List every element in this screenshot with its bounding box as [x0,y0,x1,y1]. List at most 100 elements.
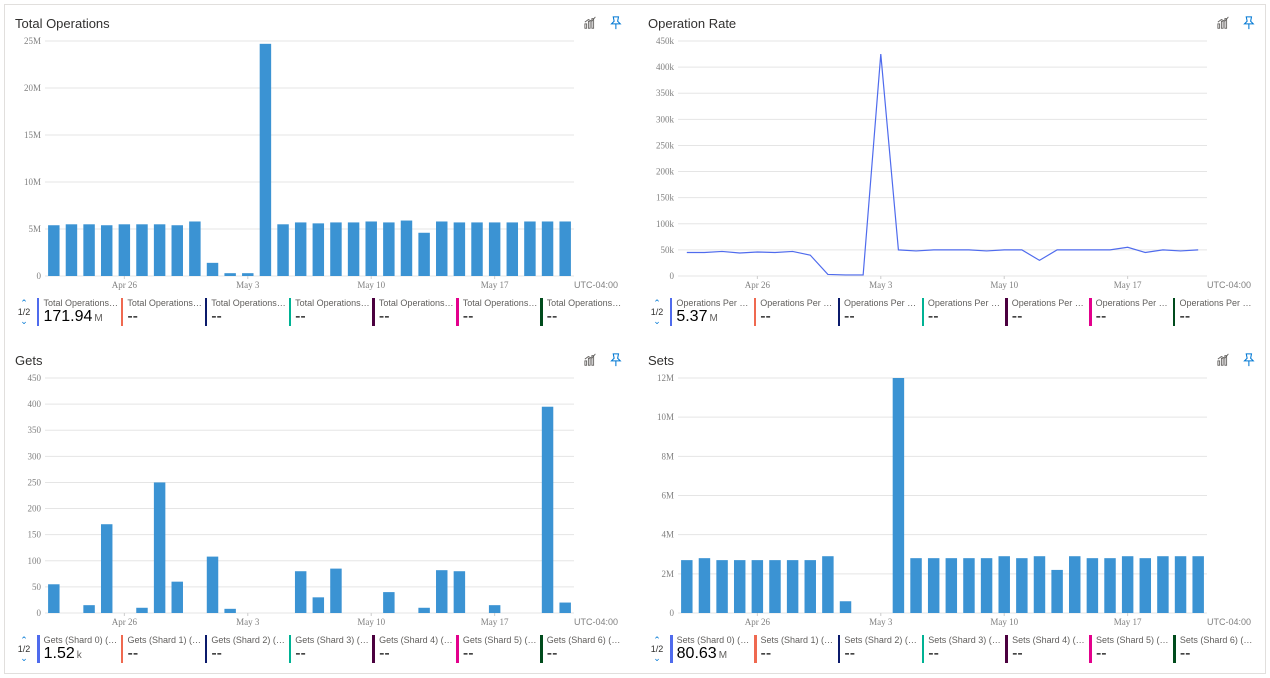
legend-label: Operations Per Secon… [844,298,920,308]
metrics-icon[interactable] [584,16,598,30]
legend-item[interactable]: Total Operations (Sh…-- [203,298,287,326]
legend-item[interactable]: Total Operations (Sh…-- [370,298,454,326]
svg-text:200: 200 [28,504,42,514]
pin-icon[interactable] [1241,353,1255,367]
svg-text:0: 0 [37,608,42,618]
legend-item[interactable]: Total Operations (Sh…-- [454,298,538,326]
pager-up-icon[interactable]: ⌃ [20,299,28,307]
legend-value: -- [295,645,370,663]
legend-item[interactable]: Gets (Shard 6) (Sum)-- [538,635,622,663]
pager-up-icon[interactable]: ⌃ [20,636,28,644]
panel-total-operations: Total Operations05M10M15M20M25MApr 26May… [5,5,632,336]
pin-icon[interactable] [1241,16,1255,30]
legend-label: Gets (Shard 2) (Sum) [211,635,286,645]
panel-header: Sets [648,350,1255,370]
svg-text:Apr 26: Apr 26 [745,617,771,627]
legend-value: -- [127,308,202,326]
legend-item[interactable]: Gets (Shard 1) (Sum)-- [119,635,203,663]
legend-value: -- [295,308,370,326]
legend-label: Sets (Shard 0) (Sum) [677,635,752,645]
chart-area[interactable]: 05M10M15M20M25MApr 26May 3May 10May 17UT… [15,37,622,292]
legend-item[interactable]: Operations Per Secon…5.37M [668,298,752,326]
legend-color-swatch [1173,298,1175,326]
svg-text:0: 0 [37,271,42,281]
legend-items: Total Operations (Sh…171.94MTotal Operat… [35,298,622,326]
legend-label: Sets (Shard 2) (Sum) [844,635,919,645]
legend-item[interactable]: Gets (Shard 5) (Sum)-- [454,635,538,663]
legend-item[interactable]: Sets (Shard 4) (Sum)-- [1003,635,1087,663]
metrics-icon[interactable] [1217,16,1231,30]
legend-row: ⌃1/2⌄Total Operations (Sh…171.94MTotal O… [15,294,622,330]
legend-color-swatch [754,298,756,326]
legend-label: Total Operations (Sh… [211,298,286,308]
legend-item[interactable]: Total Operations (Sh…-- [538,298,622,326]
pager-down-icon[interactable]: ⌄ [653,654,661,662]
panel-title: Operation Rate [648,16,736,31]
pin-icon[interactable] [608,16,622,30]
svg-text:May 10: May 10 [357,280,385,290]
legend-item[interactable]: Operations Per Secon…-- [1171,298,1255,326]
chart-area[interactable]: 050100150200250300350400450Apr 26May 3Ma… [15,374,622,629]
legend-item[interactable]: Operations Per Secon…-- [1087,298,1171,326]
pager-up-icon[interactable]: ⌃ [653,299,661,307]
legend-item[interactable]: Gets (Shard 4) (Sum)-- [370,635,454,663]
panel-header: Operation Rate [648,13,1255,33]
pin-icon[interactable] [608,353,622,367]
legend-item[interactable]: Sets (Shard 0) (Sum)80.63M [668,635,752,663]
legend-item[interactable]: Gets (Shard 2) (Sum)-- [203,635,287,663]
legend-value: -- [1012,645,1087,663]
pager-down-icon[interactable]: ⌄ [653,317,661,325]
legend-value: -- [379,645,454,663]
metrics-icon[interactable] [1217,353,1231,367]
legend-item[interactable]: Sets (Shard 1) (Sum)-- [752,635,836,663]
chart-area[interactable]: 02M4M6M8M10M12MApr 26May 3May 10May 17UT… [648,374,1255,629]
legend-color-swatch [1005,635,1008,663]
svg-text:8M: 8M [661,451,674,461]
legend-value: -- [928,308,1004,326]
svg-text:Apr 26: Apr 26 [112,617,138,627]
legend-label: Sets (Shard 6) (Sum) [1180,635,1255,645]
svg-text:15M: 15M [24,130,41,140]
svg-text:2M: 2M [661,569,674,579]
svg-text:May 3: May 3 [236,617,260,627]
legend-item[interactable]: Operations Per Secon…-- [1003,298,1087,326]
metrics-icon[interactable] [584,353,598,367]
legend-pager: ⌃1/2⌄ [15,636,33,662]
pager-down-icon[interactable]: ⌄ [20,654,28,662]
legend-item[interactable]: Total Operations (Sh…171.94M [35,298,119,326]
svg-text:4M: 4M [661,530,674,540]
svg-text:May 10: May 10 [990,617,1018,627]
legend-label: Total Operations (Sh… [127,298,202,308]
legend-item[interactable]: Sets (Shard 3) (Sum)-- [920,635,1004,663]
legend-item[interactable]: Operations Per Secon…-- [836,298,920,326]
legend-value: -- [1012,308,1088,326]
panel-gets: Gets050100150200250300350400450Apr 26May… [5,342,632,673]
pager-down-icon[interactable]: ⌄ [20,317,28,325]
svg-text:Apr 26: Apr 26 [745,280,771,290]
legend-item[interactable]: Operations Per Secon…-- [752,298,836,326]
legend-item[interactable]: Total Operations (Sh…-- [287,298,371,326]
panel-operation-rate: Operation Rate050k100k150k200k250k300k35… [638,5,1265,336]
legend-color-swatch [754,635,757,663]
chart-area[interactable]: 050k100k150k200k250k300k350k400k450kApr … [648,37,1255,292]
legend-color-swatch [37,635,40,663]
panel-header-icons [584,353,622,367]
svg-text:200k: 200k [656,167,675,177]
svg-text:May 10: May 10 [357,617,385,627]
legend-label: Gets (Shard 3) (Sum) [295,635,370,645]
legend-item[interactable]: Sets (Shard 5) (Sum)-- [1087,635,1171,663]
legend-item[interactable]: Gets (Shard 3) (Sum)-- [287,635,371,663]
panel-header: Gets [15,350,622,370]
svg-text:150k: 150k [656,193,675,203]
pager-up-icon[interactable]: ⌃ [653,636,661,644]
legend-color-swatch [1089,298,1091,326]
legend-item[interactable]: Operations Per Secon…-- [920,298,1004,326]
svg-text:300k: 300k [656,114,675,124]
svg-text:May 17: May 17 [1114,617,1142,627]
legend-item[interactable]: Sets (Shard 2) (Sum)-- [836,635,920,663]
legend-item[interactable]: Gets (Shard 0) (Sum)1.52k [35,635,119,663]
svg-text:250: 250 [28,477,42,487]
legend-label: Operations Per Secon… [760,298,836,308]
legend-item[interactable]: Sets (Shard 6) (Sum)-- [1171,635,1255,663]
legend-item[interactable]: Total Operations (Sh…-- [119,298,203,326]
